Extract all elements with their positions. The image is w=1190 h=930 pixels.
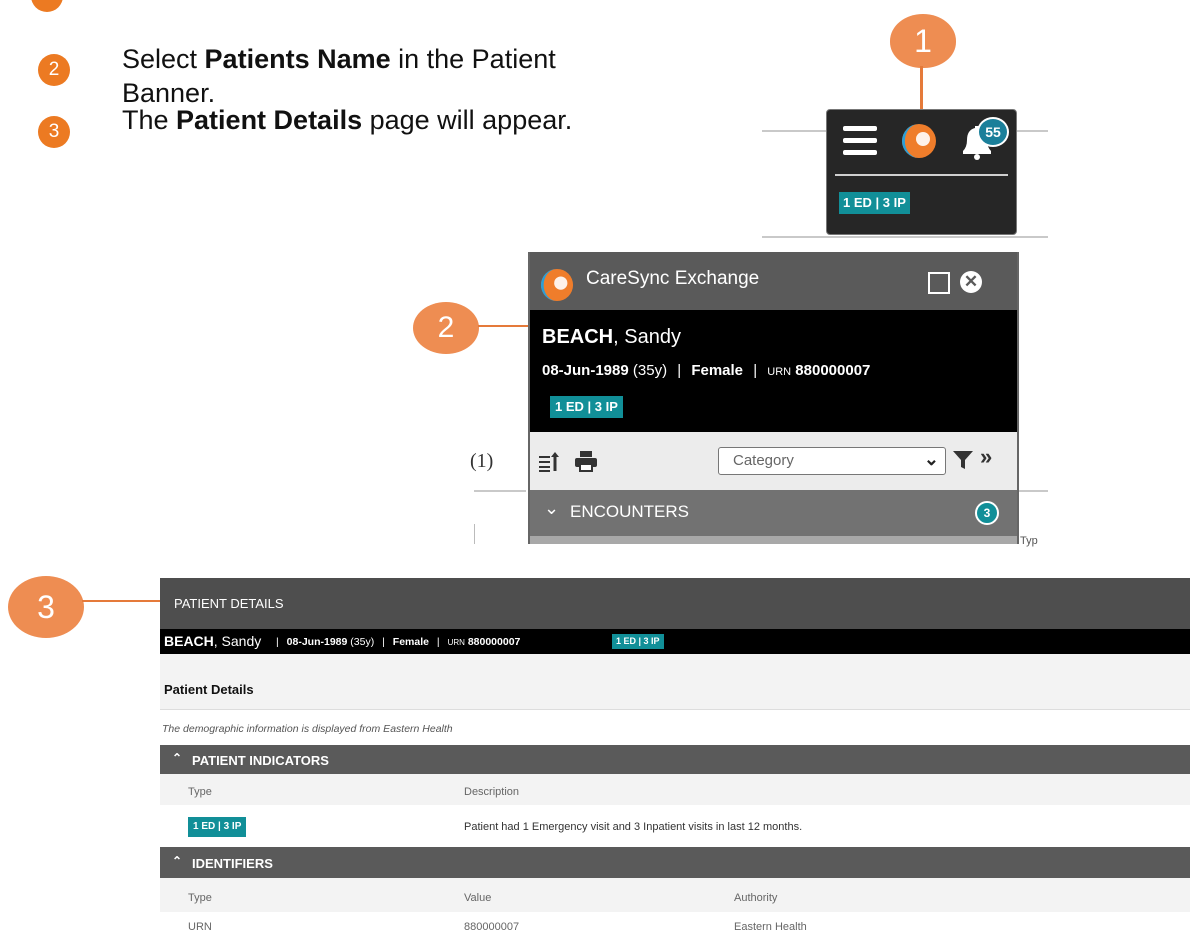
indicator-type-badge[interactable]: 1 ED | 3 IP — [188, 817, 247, 837]
step-2-instruction: Select Patients Name in the Patient Bann… — [122, 44, 556, 108]
identifier-authority: Eastern Health — [734, 921, 807, 930]
context-divider-panel-right — [1016, 490, 1048, 492]
separator: | — [436, 636, 440, 648]
banner-urn-label: URN — [447, 638, 465, 647]
encounters-label: ENCOUNTERS — [570, 502, 690, 521]
encounters-list-top — [530, 536, 1017, 544]
visits-badge[interactable]: 1 ED | 3 IP — [550, 396, 623, 418]
encounters-section-header[interactable]: ⌄ ENCOUNTERS 3 — [530, 490, 1017, 536]
indicator-row: 1 ED | 3 IP Patient had 1 Emergency visi… — [160, 805, 1190, 847]
step-1-dot-partial — [31, 0, 63, 12]
caresync-panel: CareSync Exchange ✕ BEACH, Sandy 08-Jun-… — [528, 252, 1019, 544]
banner-patient-name[interactable]: BEACH, Sandy — [164, 633, 261, 649]
column-header-value: Value — [464, 892, 492, 904]
banner-visits-badge[interactable]: 1 ED | 3 IP — [612, 634, 664, 649]
chevron-up-icon: ⌃ — [172, 751, 183, 765]
callout-2: 2 — [413, 302, 479, 354]
maximize-icon[interactable] — [928, 272, 950, 294]
context-divider-top — [762, 130, 826, 132]
column-header-description: Description — [464, 786, 520, 798]
caresync-logo-icon — [540, 268, 574, 302]
caresync-panel-header: CareSync Exchange ✕ — [530, 252, 1017, 310]
separator: | — [382, 636, 385, 648]
section-heading: Patient Details — [164, 682, 254, 697]
context-divider-panel — [474, 490, 526, 492]
patient-indicators-header[interactable]: ⌃ PATIENT INDICATORS — [160, 745, 1190, 774]
banner-dob: 08-Jun-1989 — [286, 636, 348, 648]
identifier-type: URN — [188, 921, 212, 930]
patient-indicators-title: PATIENT INDICATORS — [192, 753, 329, 768]
indicators-column-headers: Type Description — [160, 774, 1190, 806]
patient-age: (35y) — [632, 362, 668, 379]
column-header-type: Type — [188, 892, 212, 904]
identifiers-column-headers: Type Value Authority — [160, 878, 1190, 913]
callout-3: 3 — [8, 576, 84, 638]
column-header-type: Type — [188, 786, 212, 798]
encounters-count-badge: 3 — [975, 501, 999, 525]
print-icon[interactable] — [574, 450, 598, 472]
identifier-row: URN 880000007 Eastern Health — [160, 912, 1190, 930]
patient-details-screen: PATIENT DETAILS BEACH, Sandy | 08-Jun-19… — [160, 578, 1190, 930]
context-side-count: (1) — [470, 450, 494, 472]
identifiers-header[interactable]: ⌃ IDENTIFIERS — [160, 847, 1190, 878]
separator: | — [677, 362, 682, 379]
callout-1-leader — [920, 66, 923, 114]
category-select-value: Category — [733, 452, 794, 469]
separator: | — [753, 362, 758, 379]
context-divider-mid — [762, 236, 1048, 238]
patient-dob: 08-Jun-1989 — [542, 362, 629, 379]
identifiers-title: IDENTIFIERS — [192, 856, 273, 871]
close-icon[interactable]: ✕ — [960, 271, 982, 293]
step-3-instruction: The Patient Details page will appear. — [122, 105, 573, 135]
patient-details-titlebar: PATIENT DETAILS — [160, 578, 1190, 629]
chevron-down-icon: ⌄ — [544, 498, 560, 518]
context-frame-left — [474, 524, 475, 544]
callout-1: 1 — [890, 14, 956, 68]
sort-icon[interactable] — [538, 450, 560, 472]
patient-name[interactable]: BEACH, Sandy — [542, 326, 681, 349]
toolbar-visits-badge[interactable]: 1 ED | 3 IP — [839, 192, 910, 214]
separator: | — [276, 636, 279, 648]
notification-count-badge: 55 — [977, 117, 1009, 147]
callout-2-leader — [478, 325, 528, 327]
callout-3-leader — [82, 600, 160, 602]
screen-title: PATIENT DETAILS — [174, 596, 284, 611]
chevron-up-icon: ⌃ — [172, 854, 183, 868]
header-toolbar: 55 1 ED | 3 IP — [826, 109, 1017, 235]
banner-urn-value: 880000007 — [467, 636, 521, 648]
urn-label: URN — [767, 366, 792, 378]
patient-demographics: 08-Jun-1989 (35y) | Female | URN 8800000… — [542, 362, 870, 379]
app-title: CareSync Exchange — [586, 268, 760, 289]
toolbar-separator — [835, 174, 1008, 176]
expand-icon[interactable]: » — [980, 444, 992, 470]
category-select[interactable]: Category ⌄ — [718, 447, 946, 475]
demographics-note-row: The demographic information is displayed… — [160, 710, 1190, 745]
indicator-description: Patient had 1 Emergency visit and 3 Inpa… — [464, 821, 803, 833]
chevron-down-icon: ⌄ — [923, 449, 939, 469]
panel-toolbar: Category ⌄ » — [530, 432, 1017, 490]
caresync-logo-icon[interactable] — [901, 123, 937, 159]
identifier-value: 880000007 — [464, 921, 520, 930]
banner-gender: Female — [392, 636, 429, 648]
patient-banner[interactable]: BEACH, Sandy 08-Jun-1989 (35y) | Female … — [530, 310, 1017, 432]
context-side-typ: Typ — [1020, 535, 1038, 547]
step-3-number: 3 — [38, 116, 70, 148]
menu-icon[interactable] — [843, 122, 877, 158]
patient-details-heading-row: Patient Details — [160, 654, 1190, 710]
column-header-authority: Authority — [734, 892, 778, 904]
banner-demographics: | 08-Jun-1989 (35y) | Female | URN 88000… — [276, 636, 520, 648]
filter-icon[interactable] — [952, 449, 974, 471]
step-2-number: 2 — [38, 54, 70, 86]
patient-details-banner[interactable]: BEACH, Sandy | 08-Jun-1989 (35y) | Femal… — [160, 629, 1190, 654]
patient-gender: Female — [691, 362, 744, 379]
banner-age: (35y) — [350, 636, 375, 648]
urn-value: 880000007 — [795, 362, 871, 379]
context-divider-top-right — [1014, 130, 1048, 132]
demographics-note: The demographic information is displayed… — [162, 723, 453, 735]
